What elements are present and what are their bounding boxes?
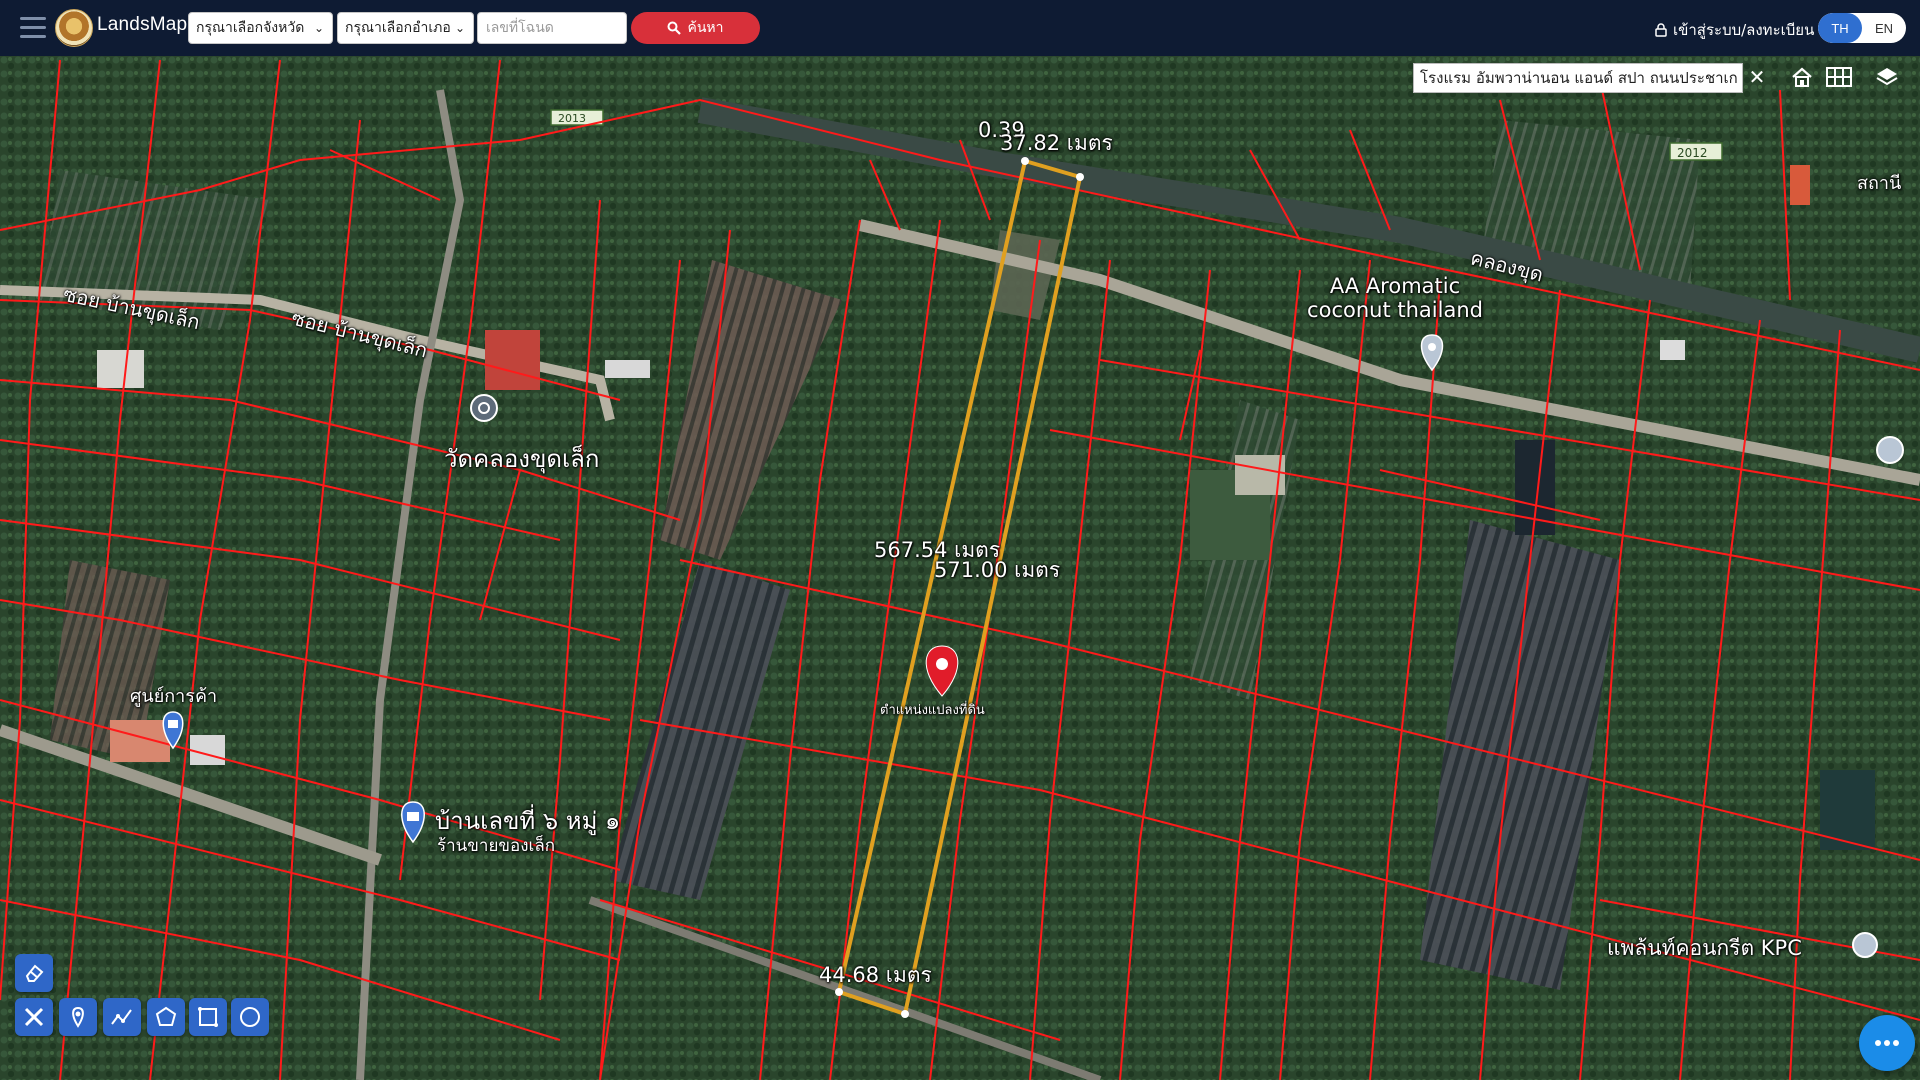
top-navigation-bar: LandsMaps กรุณาเลือกจังหวัด ⌄ กรุณาเลือก… (0, 0, 1920, 56)
chevron-down-icon: ⌄ (454, 21, 465, 35)
rectangle-icon (198, 1007, 218, 1027)
road-shield-2012: 2012 (1677, 146, 1708, 160)
line-tool-button[interactable] (103, 998, 141, 1036)
measurement-bottom: 44.68 เมตร (819, 963, 932, 987)
road-shield-2013: 2013 (558, 112, 586, 125)
chat-button[interactable] (1859, 1015, 1915, 1071)
landsmaps-logo[interactable] (55, 9, 93, 47)
shopping-center-label: ศูนย์การค้า (130, 686, 218, 707)
measurement-right: 571.00 เมตร (934, 558, 1061, 582)
polyline-icon (111, 1009, 132, 1025)
province-select[interactable]: กรุณาเลือกจังหวัด ⌄ (188, 12, 333, 44)
district-select-value: กรุณาเลือกอำเภอ (345, 20, 451, 36)
polygon-tool-button[interactable] (147, 998, 185, 1036)
deed-number-input[interactable] (477, 12, 627, 44)
language-en-button[interactable]: EN (1862, 13, 1906, 43)
aa-aromatic-label: AA Aromatic coconut thailand (1307, 274, 1483, 322)
place-search-input[interactable]: โรงแรม อัมพวาน่านอน แอนด์ สปา ถนนประชาเก (1413, 63, 1743, 93)
ruler-cross-icon (24, 1007, 44, 1027)
login-register-link[interactable]: เข้าสู่ระบบ/ลงทะเบียน (1655, 18, 1814, 42)
satellite-map[interactable]: 2013 2012 ซอย บ้านขุดเล็ก ซอย บ้านขุดเล็… (0, 56, 1920, 1080)
polygon-icon (155, 1006, 177, 1026)
circle-icon (240, 1007, 260, 1027)
parcel-marker-label: ตำแหน่งแปลงที่ดิน (880, 703, 985, 718)
concrete-plant-label: แพล้นท์คอนกรีต KPC (1607, 936, 1802, 960)
more-dots-icon (1875, 1040, 1899, 1046)
eraser-tool-button[interactable] (15, 954, 53, 992)
district-select[interactable]: กรุณาเลือกอำเภอ ⌄ (337, 12, 474, 44)
poi-pin-icon[interactable] (1876, 436, 1904, 464)
home-icon[interactable] (1785, 60, 1819, 94)
small-shop-label: ร้านขายของเล็ก (437, 836, 556, 856)
temple-label: วัดคลองขุดเล็ก (444, 445, 600, 473)
search-icon (667, 21, 682, 35)
corner-label: สถานี (1857, 173, 1902, 194)
clear-drawing-button[interactable] (15, 998, 53, 1036)
temple-icon[interactable] (470, 394, 498, 422)
hamburger-menu-icon[interactable] (20, 17, 46, 39)
marker-tool-button[interactable] (59, 998, 97, 1036)
plant-pin-icon[interactable] (1852, 932, 1878, 958)
search-button[interactable]: ค้นหา (631, 12, 760, 44)
grid-icon[interactable] (1822, 60, 1856, 94)
rectangle-tool-button[interactable] (189, 998, 227, 1036)
language-toggle: TH EN (1818, 13, 1906, 43)
layers-icon[interactable] (1870, 60, 1904, 94)
circle-tool-button[interactable] (231, 998, 269, 1036)
lock-icon (1655, 23, 1667, 37)
province-select-value: กรุณาเลือกจังหวัด (196, 20, 305, 36)
close-icon[interactable]: ✕ (1747, 62, 1767, 92)
login-register-label: เข้าสู่ระบบ/ลงทะเบียน (1673, 21, 1815, 39)
pin-icon (72, 1006, 84, 1028)
chevron-down-icon: ⌄ (313, 21, 324, 35)
search-button-label: ค้นหา (687, 20, 724, 36)
eraser-icon (25, 964, 44, 982)
language-th-button[interactable]: TH (1818, 13, 1862, 43)
app-title: LandsMaps (97, 14, 198, 35)
measurement-top: 37.82 เมตร (1000, 131, 1113, 155)
